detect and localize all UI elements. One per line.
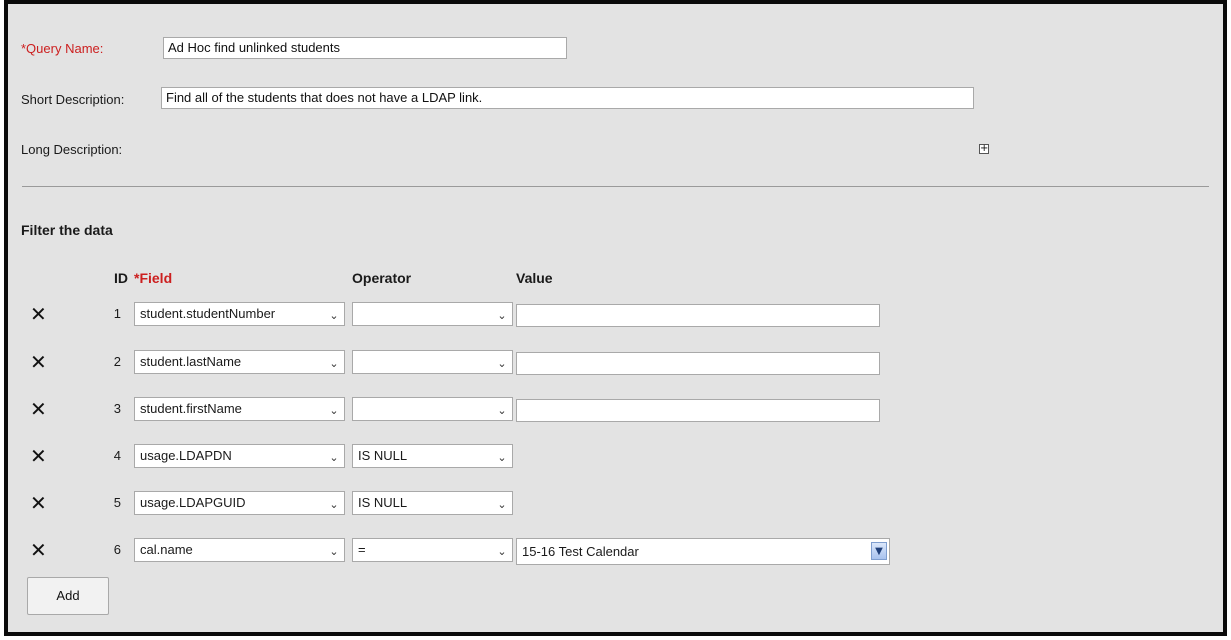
row-id: 4 <box>113 448 121 463</box>
field-select-value: student.lastName <box>140 354 242 369</box>
chevron-down-icon: ⌄ <box>497 545 507 558</box>
column-header-operator: Operator <box>352 270 412 286</box>
field-select-value: student.firstName <box>140 401 242 416</box>
row-id: 3 <box>113 401 121 416</box>
row-id: 2 <box>113 354 121 369</box>
chevron-down-icon: ⌄ <box>497 357 507 370</box>
operator-select-value: IS NULL <box>358 495 408 510</box>
row-id: 5 <box>113 495 121 510</box>
value-input[interactable] <box>516 352 880 375</box>
row-id: 6 <box>113 542 121 557</box>
query-name-label: *Query Name: <box>21 41 104 56</box>
field-select-value: usage.LDAPGUID <box>140 495 246 510</box>
chevron-down-icon: ⌄ <box>329 404 339 417</box>
chevron-down-icon: ⌄ <box>497 404 507 417</box>
query-name-input[interactable]: Ad Hoc find unlinked students <box>163 37 567 59</box>
chevron-down-icon: ⌄ <box>497 309 507 322</box>
field-select[interactable]: cal.name ⌄ <box>134 538 345 562</box>
query-editor-panel: *Query Name: Ad Hoc find unlinked studen… <box>4 0 1227 636</box>
column-header-value: Value <box>516 270 553 286</box>
short-description-input[interactable]: Find all of the students that does not h… <box>161 87 974 109</box>
operator-select[interactable]: IS NULL ⌄ <box>352 491 513 515</box>
chevron-down-icon: ⌄ <box>497 451 507 464</box>
short-description-label: Short Description: <box>21 92 125 107</box>
x-delete-icon[interactable]: ✕ <box>30 399 47 419</box>
chevron-down-icon: ⌄ <box>329 357 339 370</box>
column-header-id: ID <box>114 270 128 286</box>
chevron-down-icon: ⌄ <box>329 309 339 322</box>
operator-select[interactable]: = ⌄ <box>352 538 513 562</box>
operator-select[interactable]: ⌄ <box>352 302 513 326</box>
chevron-down-icon: ▼ <box>871 542 887 560</box>
field-select-value: usage.LDAPDN <box>140 448 232 463</box>
operator-select[interactable]: IS NULL ⌄ <box>352 444 513 468</box>
chevron-down-icon: ⌄ <box>329 545 339 558</box>
chevron-down-icon: ⌄ <box>329 451 339 464</box>
x-delete-icon[interactable]: ✕ <box>30 540 47 560</box>
chevron-down-icon: ⌄ <box>497 498 507 511</box>
divider <box>22 186 1209 187</box>
row-id: 1 <box>113 306 121 321</box>
field-select[interactable]: student.firstName ⌄ <box>134 397 345 421</box>
x-delete-icon[interactable]: ✕ <box>30 304 47 324</box>
value-input[interactable] <box>516 399 880 422</box>
long-description-label: Long Description: <box>21 142 123 157</box>
field-select[interactable]: student.studentNumber ⌄ <box>134 302 345 326</box>
plus-box-icon[interactable]: + <box>979 144 989 154</box>
field-select-value: cal.name <box>140 542 193 557</box>
x-delete-icon[interactable]: ✕ <box>30 352 47 372</box>
field-select[interactable]: student.lastName ⌄ <box>134 350 345 374</box>
column-header-field: *Field <box>134 270 173 286</box>
operator-select[interactable]: ⌄ <box>352 350 513 374</box>
operator-select-value: IS NULL <box>358 448 408 463</box>
filter-section-title: Filter the data <box>21 222 113 238</box>
operator-select[interactable]: ⌄ <box>352 397 513 421</box>
operator-select-value: = <box>358 542 366 557</box>
value-select[interactable]: 15-16 Test Calendar ▼ <box>516 538 890 565</box>
x-delete-icon[interactable]: ✕ <box>30 446 47 466</box>
value-select-value: 15-16 Test Calendar <box>522 544 639 559</box>
field-select-value: student.studentNumber <box>140 306 276 321</box>
field-select[interactable]: usage.LDAPGUID ⌄ <box>134 491 345 515</box>
field-select[interactable]: usage.LDAPDN ⌄ <box>134 444 345 468</box>
x-delete-icon[interactable]: ✕ <box>30 493 47 513</box>
add-button[interactable]: Add <box>27 577 109 615</box>
chevron-down-icon: ⌄ <box>329 498 339 511</box>
value-input[interactable] <box>516 304 880 327</box>
